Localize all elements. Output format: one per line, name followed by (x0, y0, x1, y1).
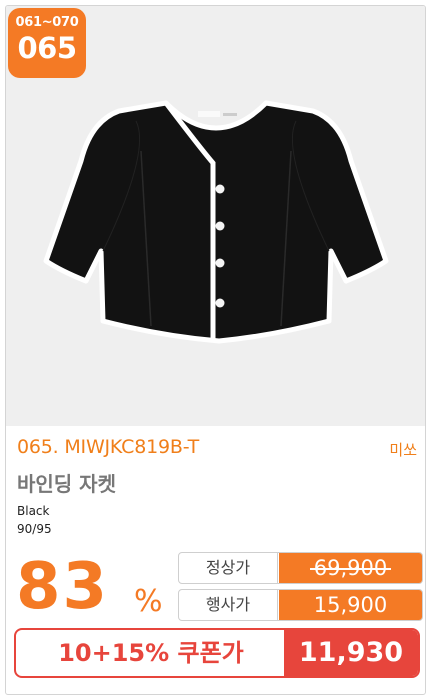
number-badge: 061~070 065 (8, 8, 86, 78)
product-card[interactable]: 061~070 065 065. MIWJKC819B-T 미쏘 바인딩 자켓 … (5, 5, 426, 695)
product-color: Black (17, 504, 50, 518)
product-code: 065. MIWJKC819B-T (17, 436, 200, 458)
product-image (43, 100, 389, 344)
regular-price-label: 정상가 (179, 553, 278, 583)
product-code-row: 065. MIWJKC819B-T 미쏘 (17, 436, 417, 460)
event-price-label: 행사가 (179, 590, 278, 620)
coupon-price-value: 11,930 (284, 630, 418, 676)
product-name[interactable]: 바인딩 자켓 (17, 468, 116, 497)
badge-number: 065 (17, 31, 77, 65)
discount-value: 83 (16, 550, 110, 624)
regular-price-value: 69,900 (279, 553, 422, 583)
event-price-row: 행사가 15,900 (178, 589, 423, 621)
coupon-label: 10+15% 쿠폰가 (58, 639, 244, 667)
regular-price-text: 69,900 (313, 556, 388, 580)
regular-price-row: 정상가 69,900 (178, 552, 423, 584)
product-image-area[interactable]: 061~070 065 (6, 6, 425, 426)
discount-unit: % (134, 584, 163, 619)
brand-name: 미쏘 (389, 441, 417, 459)
product-size: 90/95 (17, 522, 52, 536)
badge-range: 061~070 (15, 15, 79, 30)
coupon-price-box[interactable]: 10+15% 쿠폰가 11,930 (14, 628, 420, 678)
event-price-value: 15,900 (279, 590, 422, 620)
